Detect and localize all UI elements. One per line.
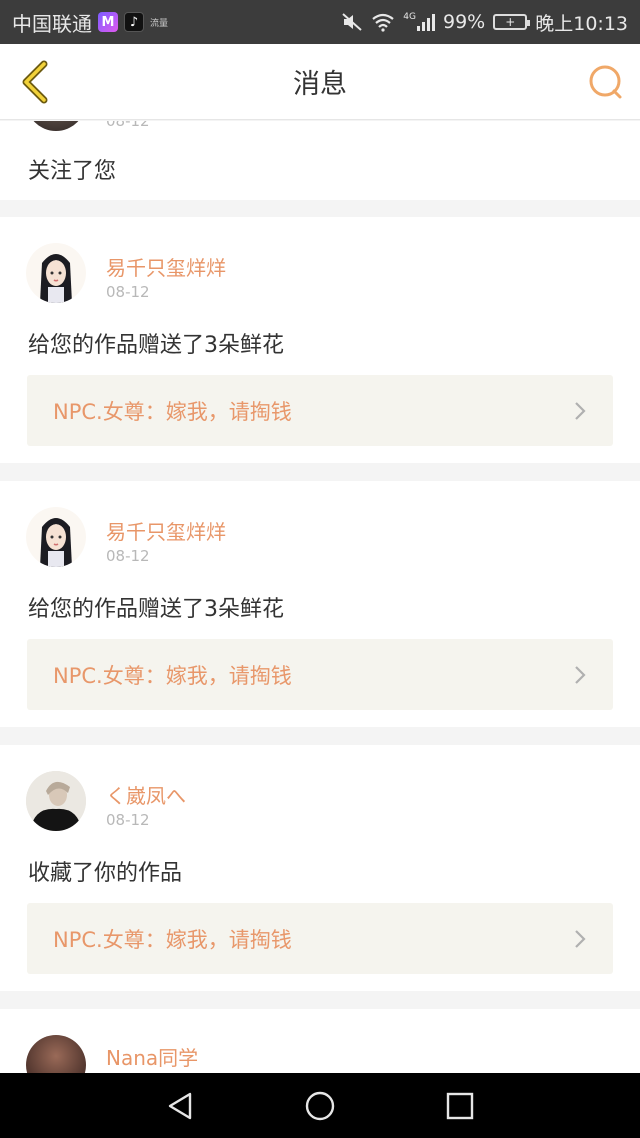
message-list[interactable]: 08-12 关注了您 易千只玺烊烊 08-12 给您的作品赠送了3朵鲜花 NPC… (0, 121, 640, 1073)
sender-name[interactable]: 易千只玺烊烊 (106, 252, 226, 281)
nav-home-button[interactable] (302, 1088, 338, 1124)
chevron-right-icon (575, 929, 586, 948)
work-link[interactable]: NPC.女尊：嫁我，请掏钱 (27, 903, 613, 974)
message-action-text: 给您的作品赠送了3朵鲜花 (28, 333, 284, 358)
message-date: 08-12 (106, 283, 150, 301)
battery-percent: 99% (443, 11, 486, 33)
chevron-right-icon (575, 665, 586, 684)
tiktok-icon: ♪ (124, 12, 144, 32)
nav-back-button[interactable] (162, 1088, 198, 1124)
message-action-text: 收藏了你的作品 (28, 861, 183, 886)
clock: 晚上10:13 (535, 12, 628, 35)
triangle-back-icon (168, 1092, 192, 1119)
message-date: 08-12 (106, 121, 150, 130)
work-link[interactable]: NPC.女尊：嫁我，请掏钱 (27, 375, 613, 446)
avatar[interactable] (26, 121, 86, 131)
work-title: NPC.女尊：嫁我，请掏钱 (53, 927, 292, 952)
back-button[interactable] (16, 60, 56, 104)
sender-name[interactable]: 易千只玺烊烊 (106, 516, 226, 545)
avatar-photo-icon (26, 771, 86, 831)
back-arrow-icon (22, 60, 48, 104)
mute-icon (341, 12, 363, 32)
system-nav-bar (0, 1073, 640, 1138)
network-type-label: 4G (403, 12, 416, 22)
message-action-text: 给您的作品赠送了3朵鲜花 (28, 597, 284, 622)
signal-icon: 4G (403, 12, 435, 32)
chevron-right-icon (575, 401, 586, 420)
message-card: Nana同学 (0, 1009, 640, 1073)
message-action-text: 关注了您 (28, 159, 117, 184)
avatar[interactable] (26, 507, 86, 567)
square-recents-icon (446, 1092, 474, 1119)
avatar[interactable] (26, 1035, 86, 1073)
circle-home-icon (305, 1091, 335, 1120)
wifi-icon (371, 12, 395, 32)
message-date: 08-12 (106, 547, 150, 565)
page-title: 消息 (293, 69, 347, 100)
status-bar-left: 中国联通 M ♪ 流量 (12, 8, 168, 37)
work-link[interactable]: NPC.女尊：嫁我，请掏钱 (27, 639, 613, 710)
nav-recents-button[interactable] (442, 1088, 478, 1124)
message-card: く崴凤へ 08-12 收藏了你的作品 NPC.女尊：嫁我，请掏钱 (0, 745, 640, 991)
app-m-icon: M (98, 12, 118, 32)
message-date: 08-12 (106, 811, 150, 829)
status-bar-right: 4G 99% + 晚上10:13 (341, 9, 628, 36)
message-card: 易千只玺烊烊 08-12 给您的作品赠送了3朵鲜花 NPC.女尊：嫁我，请掏钱 (0, 217, 640, 463)
data-usage-label: 流量 (150, 18, 169, 29)
sender-name[interactable]: Nana同学 (106, 1042, 198, 1071)
search-icon (589, 65, 622, 99)
sender-name[interactable]: く崴凤へ (106, 780, 186, 809)
status-bar: 中国联通 M ♪ 流量 4G 99% + 晚上10:13 (0, 0, 640, 44)
avatar-illustration-icon (26, 243, 86, 303)
work-title: NPC.女尊：嫁我，请掏钱 (53, 663, 292, 688)
search-button[interactable] (588, 64, 624, 100)
avatar[interactable] (26, 243, 86, 303)
message-card: 08-12 关注了您 (0, 121, 640, 200)
battery-icon: + (493, 14, 531, 30)
avatar[interactable] (26, 771, 86, 831)
work-title: NPC.女尊：嫁我，请掏钱 (53, 399, 292, 424)
message-card: 易千只玺烊烊 08-12 给您的作品赠送了3朵鲜花 NPC.女尊：嫁我，请掏钱 (0, 481, 640, 727)
carrier-label: 中国联通 (12, 11, 92, 36)
app-header: 消息 (0, 44, 640, 120)
avatar-illustration-icon (26, 507, 86, 567)
